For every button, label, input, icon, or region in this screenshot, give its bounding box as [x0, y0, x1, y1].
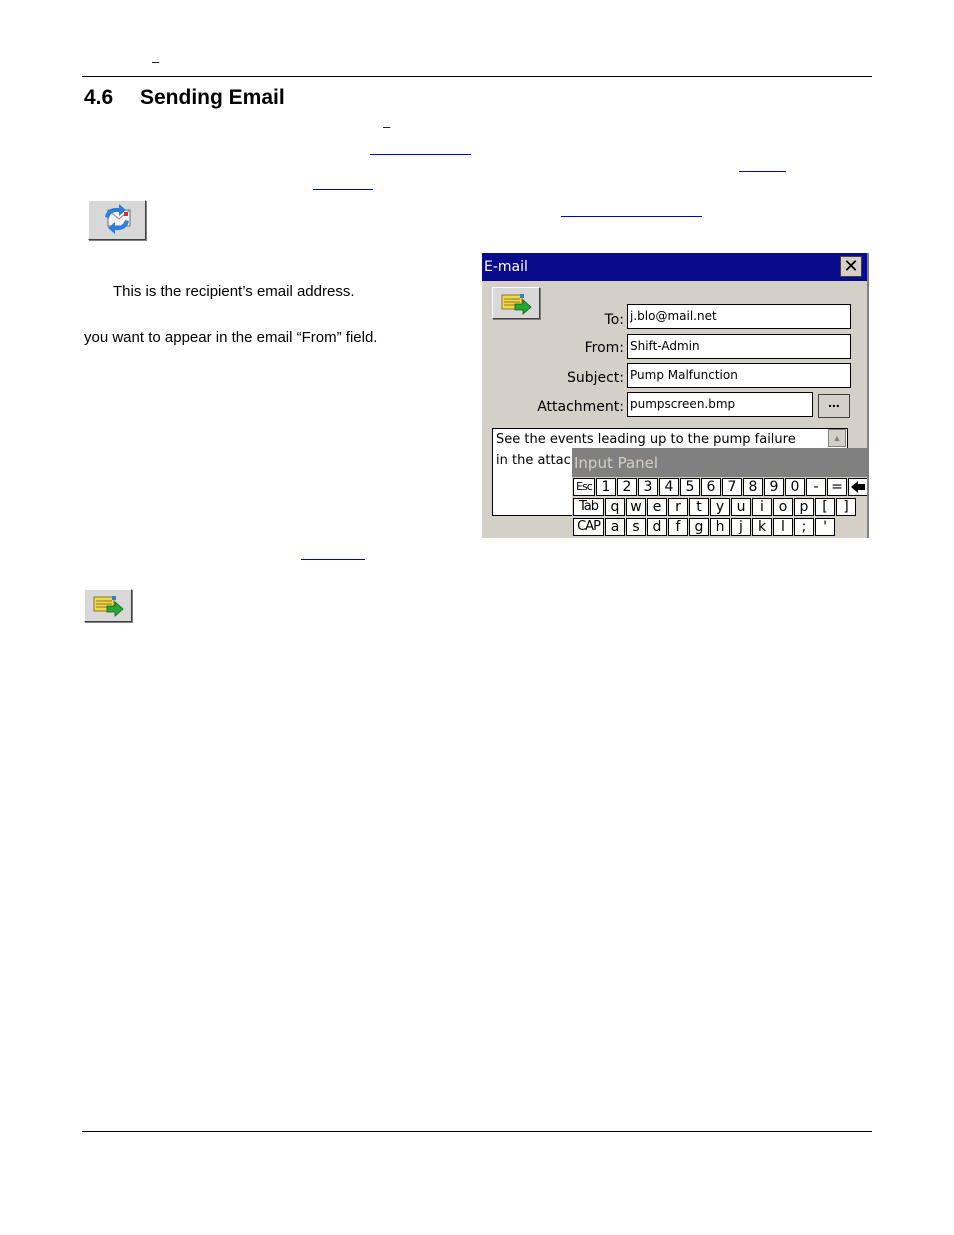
- header-dash: –: [152, 54, 160, 69]
- key-6[interactable]: 6: [701, 478, 721, 496]
- section-title: Sending Email: [140, 86, 285, 109]
- key-l[interactable]: l: [773, 518, 793, 536]
- key-minus[interactable]: -: [806, 478, 826, 496]
- keyboard-row-1: Esc 1 2 3 4 5 6 7 8 9 0 - =: [573, 478, 867, 497]
- input-panel-title-bar: Input Panel: [572, 448, 867, 477]
- header-rule: [82, 76, 872, 77]
- key-tab[interactable]: Tab: [573, 498, 604, 516]
- key-e[interactable]: e: [647, 498, 667, 516]
- key-g[interactable]: g: [689, 518, 709, 536]
- to-field[interactable]: j.blo@mail.net: [627, 304, 851, 329]
- key-k[interactable]: k: [752, 518, 772, 536]
- footer-rule: [82, 1131, 872, 1132]
- scroll-up-arrow-icon[interactable]: ▲: [828, 429, 846, 447]
- key-u[interactable]: u: [731, 498, 751, 516]
- close-button[interactable]: ✕: [840, 256, 862, 277]
- link-underline-2[interactable]: [739, 171, 786, 172]
- key-r[interactable]: r: [668, 498, 688, 516]
- key-7[interactable]: 7: [722, 478, 742, 496]
- key-close-bracket[interactable]: ]: [836, 498, 856, 516]
- browse-attachment-button[interactable]: ...: [818, 394, 850, 418]
- key-s[interactable]: s: [626, 518, 646, 536]
- key-y[interactable]: y: [710, 498, 730, 516]
- keyboard-row-3: CAP a s d f g h j k l ; ': [573, 518, 836, 537]
- key-p[interactable]: p: [794, 498, 814, 516]
- key-open-bracket[interactable]: [: [815, 498, 835, 516]
- key-caps[interactable]: CAP: [573, 518, 604, 536]
- link-underline-3[interactable]: [313, 189, 373, 190]
- key-w[interactable]: w: [626, 498, 646, 516]
- attachment-label: Attachment:: [537, 399, 624, 415]
- dialog-title-bar: E-mail ✕: [482, 253, 867, 281]
- subject-field[interactable]: Pump Malfunction: [627, 363, 851, 388]
- send-button[interactable]: [84, 589, 132, 622]
- key-i[interactable]: i: [752, 498, 772, 516]
- key-equals[interactable]: =: [827, 478, 847, 496]
- key-8[interactable]: 8: [743, 478, 763, 496]
- email-dialog: E-mail ✕ To: j.blo@mail.net From: Shift-…: [482, 253, 869, 538]
- link-underline-5[interactable]: [301, 559, 365, 560]
- link-underline-4[interactable]: [561, 216, 702, 217]
- key-t[interactable]: t: [689, 498, 709, 516]
- key-h[interactable]: h: [710, 518, 730, 536]
- input-panel: Input Panel Esc 1 2 3 4 5 6 7 8 9 0 - = …: [572, 448, 867, 538]
- to-label: To:: [604, 312, 624, 328]
- to-field-description: This is the recipient’s email address.: [113, 283, 355, 300]
- key-semicolon[interactable]: ;: [794, 518, 814, 536]
- backspace-icon[interactable]: [848, 478, 867, 496]
- attachment-field[interactable]: pumpscreen.bmp: [627, 392, 813, 417]
- dialog-title: E-mail: [484, 259, 528, 275]
- key-3[interactable]: 3: [638, 478, 658, 496]
- key-q[interactable]: q: [605, 498, 625, 516]
- keyboard-row-2: Tab q w e r t y u i o p [ ]: [573, 498, 857, 517]
- from-field-description: you want to appear in the email “From” f…: [84, 329, 378, 346]
- key-0[interactable]: 0: [785, 478, 805, 496]
- key-d[interactable]: d: [647, 518, 667, 536]
- key-o[interactable]: o: [773, 498, 793, 516]
- from-label: From:: [584, 340, 624, 356]
- key-f[interactable]: f: [668, 518, 688, 536]
- input-panel-title: Input Panel: [574, 454, 659, 472]
- key-9[interactable]: 9: [764, 478, 784, 496]
- key-1[interactable]: 1: [596, 478, 616, 496]
- subject-label: Subject:: [566, 370, 624, 386]
- send-icon: [93, 596, 124, 617]
- key-esc[interactable]: Esc: [573, 478, 595, 496]
- section-number: 4.6: [84, 86, 114, 109]
- key-apostrophe[interactable]: ': [815, 518, 835, 536]
- message-body-line-1: See the events leading up to the pump fa…: [496, 432, 796, 447]
- from-field[interactable]: Shift-Admin: [627, 334, 851, 359]
- key-4[interactable]: 4: [659, 478, 679, 496]
- key-5[interactable]: 5: [680, 478, 700, 496]
- send-receive-button[interactable]: [88, 200, 146, 240]
- key-2[interactable]: 2: [617, 478, 637, 496]
- key-a[interactable]: a: [605, 518, 625, 536]
- link-underline-1[interactable]: [370, 154, 471, 155]
- key-j[interactable]: j: [731, 518, 751, 536]
- intro-dash: –: [383, 119, 391, 134]
- send-receive-icon: [105, 204, 131, 234]
